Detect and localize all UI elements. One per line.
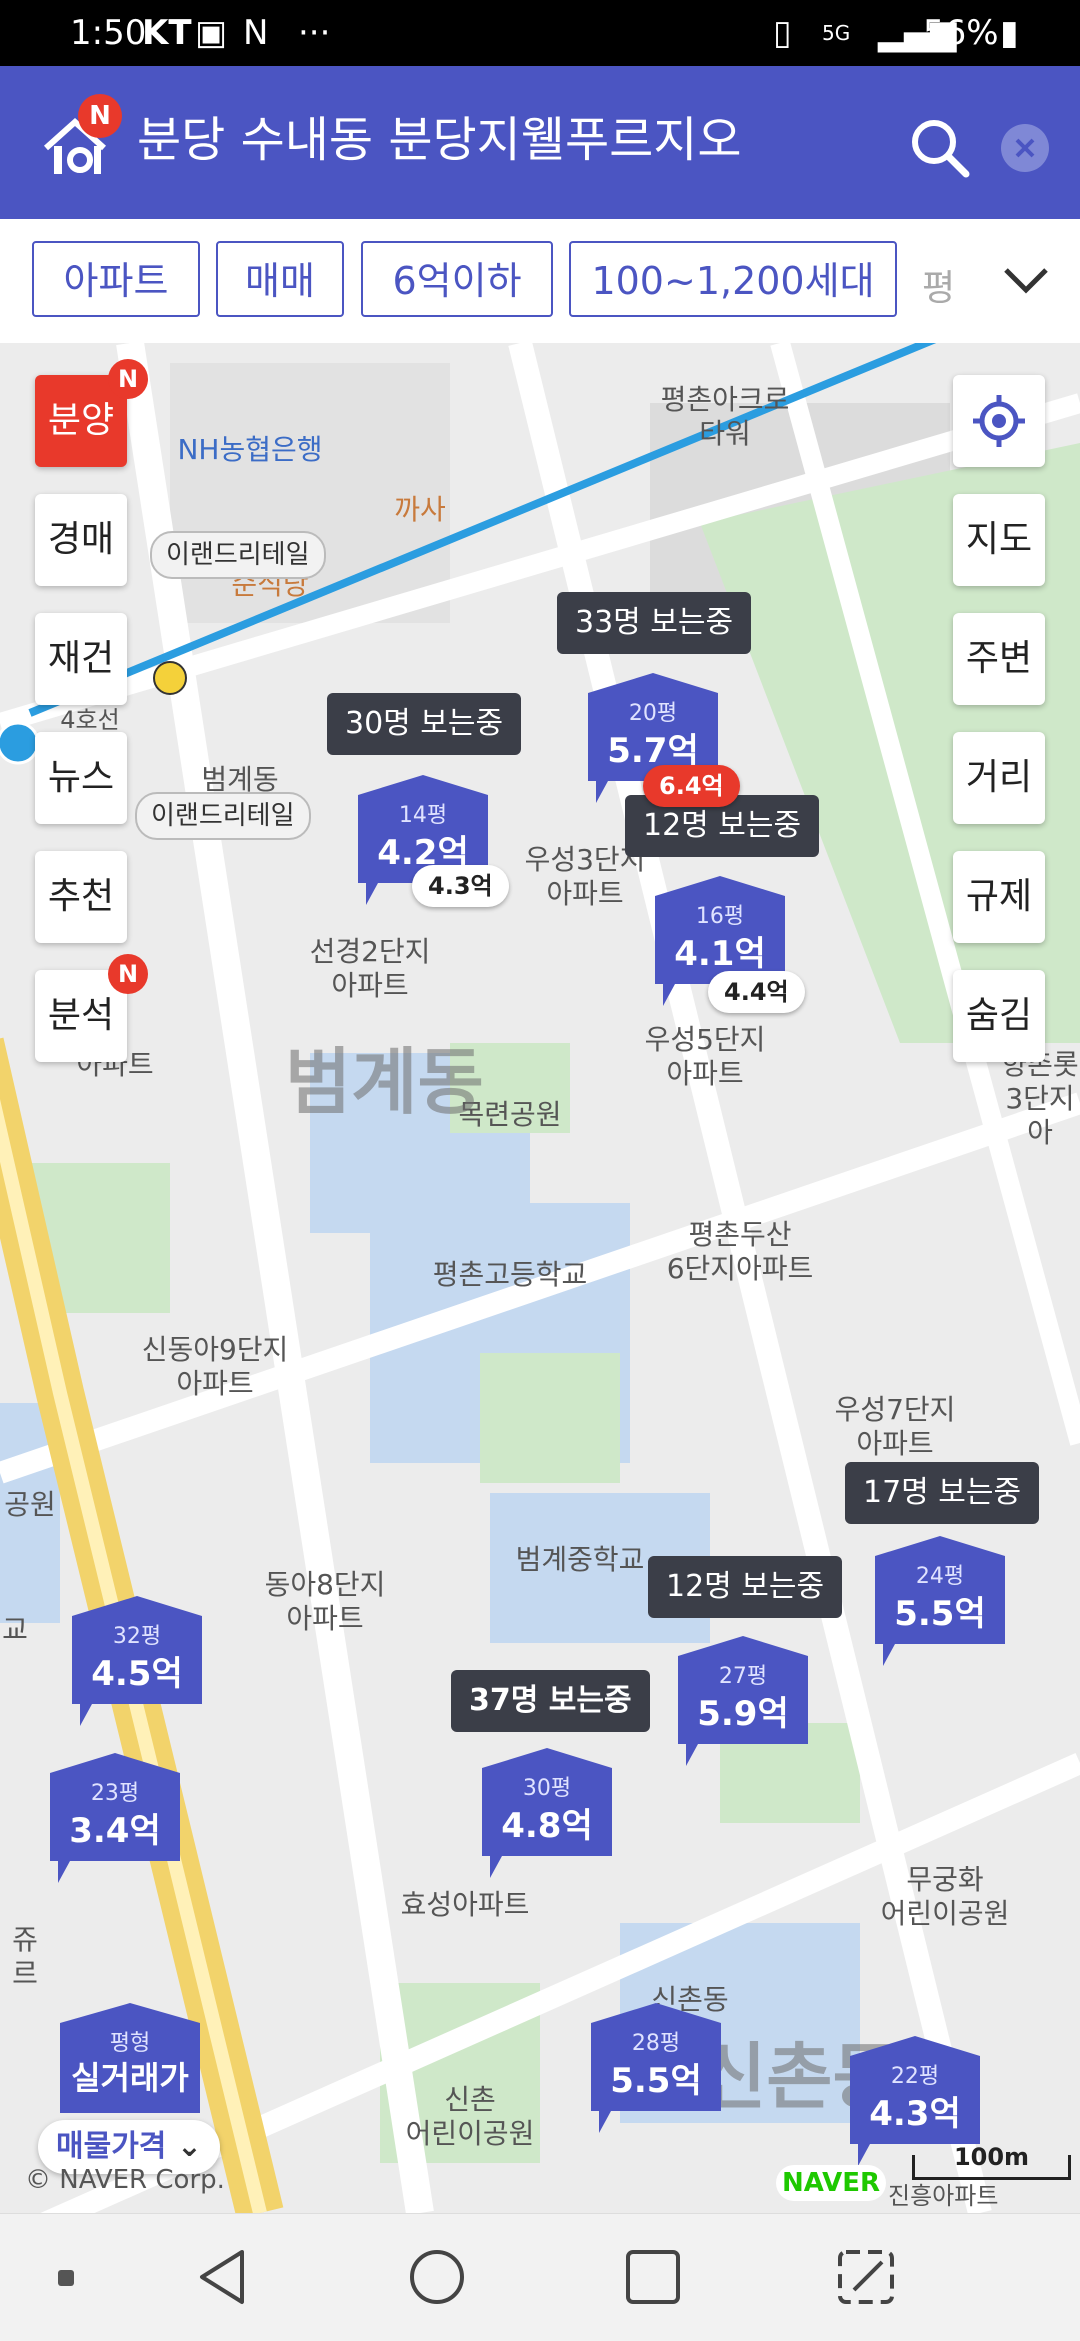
viewers-badge: 37명 보는중 xyxy=(451,1670,650,1732)
price-marker[interactable]: 22평 4.3억 xyxy=(850,2036,980,2166)
marker-price: 4.1억 xyxy=(674,934,766,974)
side-button-auction[interactable]: 경매 xyxy=(35,494,127,586)
map-label-hyosung[interactable]: 효성아파트 xyxy=(385,1888,545,1922)
marker-price: 5.5억 xyxy=(894,1594,986,1634)
map-label-jinheung: 진흥아파트 xyxy=(888,2182,999,2210)
side-button-hide[interactable]: 숨김 xyxy=(953,970,1045,1062)
map-copyright: © NAVER Corp. xyxy=(25,2165,225,2195)
filter-chip-area-partial[interactable]: 평 xyxy=(922,259,955,311)
price-legend: 평형 실거래가 xyxy=(60,2003,200,2113)
marker-price: 5.5억 xyxy=(610,2061,702,2101)
side-button-rebuild[interactable]: 재건 xyxy=(35,613,127,705)
status-bar: 1:50 KT ▣ N ··· ▯ 5G ▂▄▆ 56% ▮ xyxy=(0,0,1080,66)
side-button-distance[interactable]: 거리 xyxy=(953,732,1045,824)
filter-bar: 아파트 매매 6억이하 100~1,200세대 평 xyxy=(0,219,1080,345)
back-icon[interactable] xyxy=(190,2242,260,2312)
map-label-donga8[interactable]: 동아8단지 아파트 xyxy=(250,1568,400,1636)
map-label-school-left: 교 xyxy=(2,1613,28,1646)
price-pill[interactable]: 6.4억 xyxy=(643,765,740,807)
price-pill[interactable]: 4.4억 xyxy=(708,971,805,1013)
price-marker[interactable]: 16평 4.1억 xyxy=(655,876,785,1006)
filter-chip-households[interactable]: 100~1,200세대 xyxy=(569,241,897,317)
clear-search-button[interactable] xyxy=(1001,124,1049,172)
map-label-sindonga9[interactable]: 신동아9단지 아파트 xyxy=(130,1333,300,1401)
price-pill[interactable]: 4.3억 xyxy=(412,865,509,907)
map-label-nh-bank[interactable]: NH농협은행 xyxy=(150,433,350,467)
map-label-juri-left: 쥬르 xyxy=(12,1923,38,1990)
viewers-badge: 17명 보는중 xyxy=(845,1462,1040,1524)
naver-notification-icon: N xyxy=(243,13,269,53)
naver-logo: NAVER xyxy=(776,2165,886,2201)
home-icon[interactable] xyxy=(402,2242,472,2312)
shop-tag[interactable]: 이랜드리테일 xyxy=(135,792,311,840)
map-scale: 100m xyxy=(912,2145,1071,2180)
viewers-badge: 12명 보는중 xyxy=(648,1556,843,1618)
status-carrier: KT xyxy=(142,13,192,53)
battery-percent: 56% xyxy=(923,13,999,53)
filter-chip-deal[interactable]: 매매 xyxy=(216,241,344,317)
map-label-pyeongchon-doosan[interactable]: 평촌두산 6단지아파트 xyxy=(650,1218,830,1286)
map-label-park-left: 공원 xyxy=(4,1488,56,1521)
legend-trade-label: 실거래가 xyxy=(71,2059,189,2097)
status-time: 1:50 xyxy=(70,13,147,53)
new-badge: N xyxy=(78,94,122,138)
chevron-down-icon: ⌄ xyxy=(176,2129,202,2164)
system-nav-bar xyxy=(0,2213,1080,2341)
price-marker[interactable]: 28평 5.5억 xyxy=(591,2003,721,2133)
vibrate-icon: ▯ xyxy=(773,13,792,53)
map-label-seongyeong2[interactable]: 선경2단지 아파트 xyxy=(290,935,450,1003)
new-badge: N xyxy=(108,359,148,399)
map-view[interactable]: NH농협은행 까사 평촌아크로 타워 순식당 4호선 범계동 우성3단지 아파트… xyxy=(0,343,1080,2213)
map-label-pyeongchon-high[interactable]: 평촌고등학교 xyxy=(420,1258,600,1292)
filter-chip-price[interactable]: 6억이하 xyxy=(361,241,553,317)
map-label-woosung7[interactable]: 우성7단지 아파트 xyxy=(820,1393,970,1461)
map-label-sinchon-park[interactable]: 신촌 어린이공원 xyxy=(390,2083,550,2151)
battery-icon: ▮ xyxy=(1000,13,1019,53)
marker-price: 4.3억 xyxy=(869,2094,961,2134)
search-icon[interactable] xyxy=(908,116,972,180)
price-marker[interactable]: 27평 5.9억 xyxy=(678,1636,808,1766)
price-type-dropdown-label: 매물가격 xyxy=(56,2129,167,2164)
side-button-news[interactable]: 뉴스 xyxy=(35,732,127,824)
app-header: N 분당 수내동 분당지웰푸르지오 xyxy=(0,66,1080,219)
viewers-badge: 33명 보는중 xyxy=(557,592,752,654)
map-label-yangchon[interactable]: 향촌롯 3단지아 xyxy=(995,1048,1080,1150)
price-marker[interactable]: 30평 4.8억 xyxy=(482,1748,612,1878)
network-indicator: 5G xyxy=(822,21,851,45)
search-query-title[interactable]: 분당 수내동 분당지웰푸르지오 xyxy=(137,110,742,170)
marker-price: 4.8억 xyxy=(501,1806,593,1846)
viewers-badge: 30명 보는중 xyxy=(327,693,522,755)
marker-price: 5.9억 xyxy=(697,1694,789,1734)
new-badge: N xyxy=(108,954,148,994)
shop-tag[interactable]: 이랜드리테일 xyxy=(150,531,326,579)
more-notifications-icon: ··· xyxy=(298,13,331,53)
side-button-regulation[interactable]: 규제 xyxy=(953,851,1045,943)
map-label-pyeongchon-acro[interactable]: 평촌아크로 타워 xyxy=(630,383,820,451)
filter-chip-type[interactable]: 아파트 xyxy=(32,241,200,317)
side-button-recommend[interactable]: 추천 xyxy=(35,851,127,943)
close-icon xyxy=(1015,138,1035,158)
crosshair-icon xyxy=(973,395,1025,447)
side-button-map[interactable]: 지도 xyxy=(953,494,1045,586)
price-marker[interactable]: 32평 4.5억 xyxy=(72,1596,202,1726)
screen-edit-icon[interactable] xyxy=(832,2242,902,2312)
map-label-mugunghwa-park[interactable]: 무궁화 어린이공원 xyxy=(870,1863,1020,1931)
map-label-woosung5[interactable]: 우성5단지 아파트 xyxy=(625,1023,785,1091)
dot-icon[interactable] xyxy=(58,2270,74,2286)
district-label-beomgye: 범계동 xyxy=(285,1040,484,1124)
recent-apps-icon[interactable] xyxy=(618,2242,688,2312)
my-location-button[interactable] xyxy=(953,375,1045,467)
price-marker[interactable]: 23평 3.4억 xyxy=(50,1753,180,1883)
map-label-kkasa[interactable]: 까사 xyxy=(380,493,460,527)
map-scale-label: 100m xyxy=(953,2143,1030,2171)
marker-price: 3.4억 xyxy=(69,1811,161,1851)
marker-price: 4.5억 xyxy=(91,1654,183,1694)
side-button-nearby[interactable]: 주변 xyxy=(953,613,1045,705)
chevron-down-icon[interactable] xyxy=(1000,260,1052,300)
price-marker[interactable]: 24평 5.5억 xyxy=(875,1536,1005,1666)
gallery-icon: ▣ xyxy=(195,13,228,53)
map-label-beomgye-middle[interactable]: 범계중학교 xyxy=(500,1543,660,1577)
